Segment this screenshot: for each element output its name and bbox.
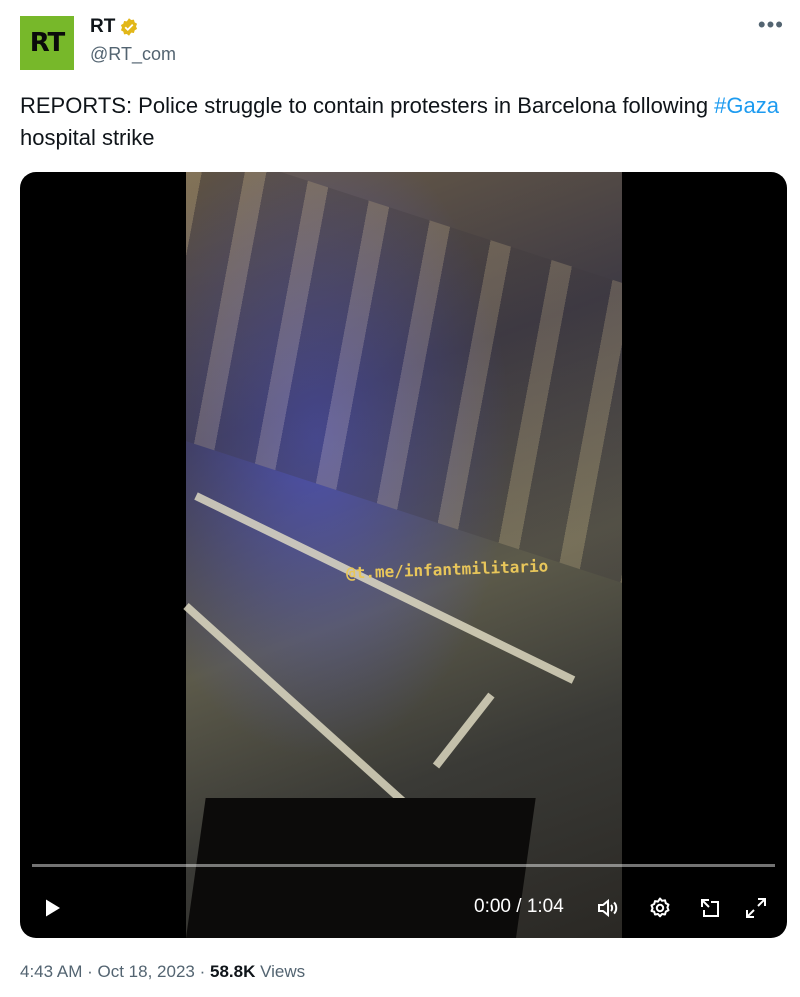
avatar-logo-text: RT — [29, 28, 66, 58]
tweet-text: REPORTS: Police struggle to contain prot… — [20, 90, 780, 154]
video-scene-road-line — [432, 692, 495, 769]
views-label: Views — [260, 962, 306, 981]
tweet-text-body: REPORTS: Police struggle to contain prot… — [20, 93, 715, 118]
fullscreen-icon[interactable] — [744, 896, 768, 920]
video-player[interactable]: @t.me/infantmilitario 0:00 / 1:04 — [20, 172, 787, 938]
more-icon[interactable]: ••• — [758, 14, 784, 36]
tweet-meta: 4:43 AM · Oct 18, 2023 · 58.8K Views — [20, 962, 305, 982]
author-display-name[interactable]: RT — [90, 16, 115, 38]
author-name-row: RT — [90, 16, 139, 38]
settings-icon[interactable] — [648, 896, 672, 920]
play-icon[interactable] — [40, 896, 64, 920]
verified-badge-icon — [121, 18, 138, 36]
tweet-time[interactable]: 4:43 AM — [20, 962, 82, 981]
video-watermark: @t.me/infantmilitario — [345, 556, 549, 583]
picture-in-picture-icon[interactable] — [698, 896, 722, 920]
volume-icon[interactable] — [596, 896, 620, 920]
video-progress-bar[interactable] — [32, 864, 775, 867]
author-handle[interactable]: @RT_com — [90, 44, 176, 65]
video-frame[interactable]: @t.me/infantmilitario — [183, 172, 622, 938]
hashtag-link[interactable]: #Gaza — [714, 93, 779, 118]
views-count: 58.8K — [210, 962, 256, 981]
tweet-date[interactable]: Oct 18, 2023 — [98, 962, 195, 981]
tweet-text-tail: hospital strike — [20, 125, 155, 150]
video-controls: 0:00 / 1:04 — [20, 890, 787, 926]
meta-separator: · — [199, 962, 206, 981]
author-avatar[interactable]: RT — [20, 16, 74, 70]
meta-separator: · — [87, 962, 93, 981]
video-time: 0:00 / 1:04 — [474, 896, 564, 917]
